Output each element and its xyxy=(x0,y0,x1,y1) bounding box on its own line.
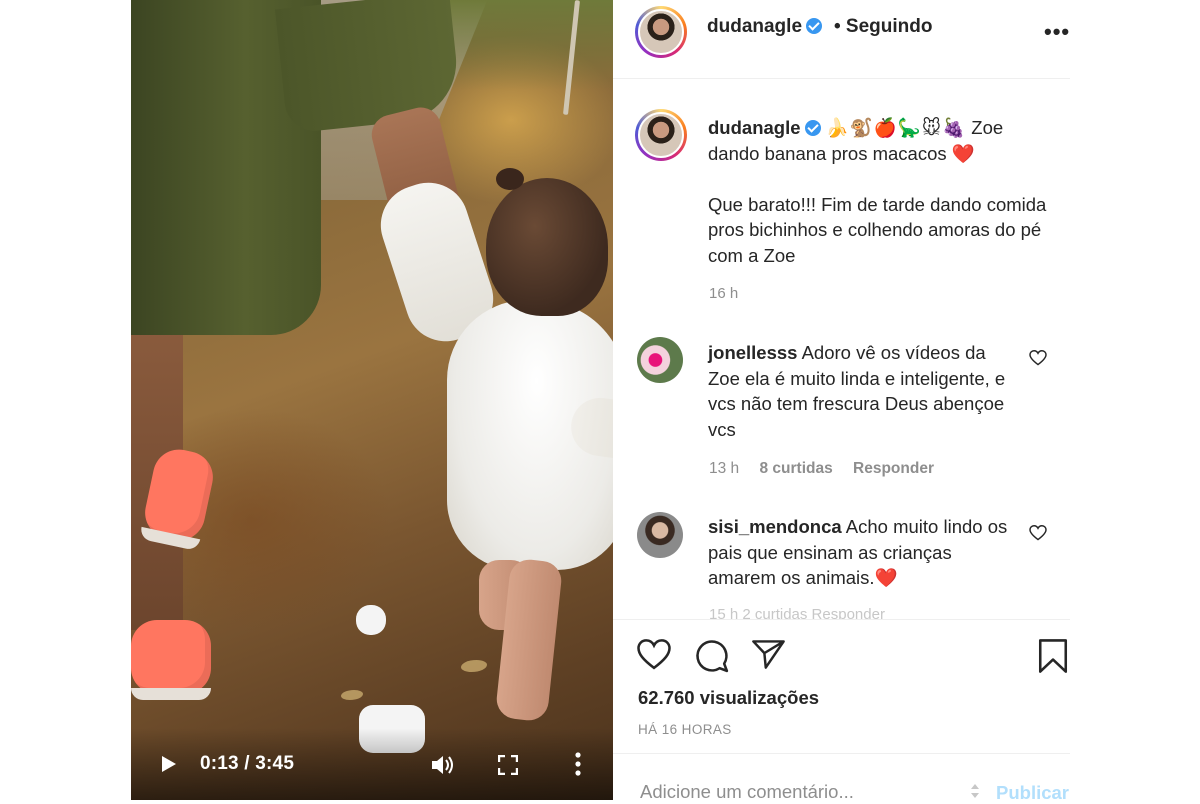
verified-badge-icon xyxy=(804,120,821,136)
view-count[interactable]: 62.760 visualizações xyxy=(638,687,819,709)
heart-outline-icon[interactable] xyxy=(637,639,671,670)
author-avatar[interactable] xyxy=(635,6,687,58)
comment-meta: 13 h 8 curtidas Responder xyxy=(709,460,950,478)
red-heart-emoji: ❤️ xyxy=(874,567,898,588)
following-status[interactable]: • Seguindo xyxy=(834,16,932,38)
caption-username[interactable]: dudanagle xyxy=(708,117,801,138)
author-username-row: dudanagle xyxy=(707,16,823,38)
verified-badge-icon xyxy=(806,18,823,34)
publish-button[interactable]: Publicar xyxy=(996,782,1069,804)
post-caption: dudanagle 🍌🐒🍎🦕🐭🍇 Zoe dando banana pros m… xyxy=(708,115,1048,268)
video-scene-child-head xyxy=(486,178,608,316)
comment-time[interactable]: 13 h xyxy=(709,460,739,477)
paper-plane-icon[interactable] xyxy=(752,639,785,670)
caption-line-2: Que barato!!! Fim de tarde dando comida … xyxy=(708,193,1047,266)
bookmark-icon[interactable] xyxy=(1038,639,1068,673)
speech-bubble-icon[interactable] xyxy=(695,639,729,673)
comment-like-icon[interactable] xyxy=(1029,525,1047,541)
video-scene-child-shoe xyxy=(356,605,386,635)
comment-composer: Publicar xyxy=(613,753,1070,804)
post-timestamp[interactable]: HÁ 16 HORAS xyxy=(638,722,732,737)
volume-icon[interactable] xyxy=(431,754,455,776)
caption-emojis: 🍌🐒🍎🦕🐭🍇 xyxy=(825,117,967,138)
comment-likes[interactable]: 8 curtidas xyxy=(759,460,832,477)
red-heart-emoji: ❤️ xyxy=(951,142,975,164)
comment-meta-partial: 15 h 2 curtidas Responder xyxy=(709,606,885,619)
post-header: dudanagle • Seguindo ••• xyxy=(613,0,1070,79)
author-username[interactable]: dudanagle xyxy=(707,16,802,37)
comment: jonellesss Adoro vê os vídeos da Zoe ela… xyxy=(708,340,1008,442)
comment: sisi_mendonca Acho muito lindo os pais q… xyxy=(708,514,1008,591)
caption-author-avatar[interactable] xyxy=(635,109,687,161)
comment-username[interactable]: jonellesss xyxy=(708,342,797,363)
video-controls: 0:13 / 3:45 xyxy=(131,728,613,800)
more-options-icon[interactable]: ••• xyxy=(1044,19,1070,45)
post-actions: 62.760 visualizações HÁ 16 HORAS xyxy=(613,619,1070,754)
comments-scroll-area[interactable]: dudanagle 🍌🐒🍎🦕🐭🍇 Zoe dando banana pros m… xyxy=(613,79,1070,619)
vertical-dots-icon[interactable] xyxy=(575,752,581,776)
video-scene-child-hair-tie xyxy=(496,168,524,190)
video-scene-shoe xyxy=(131,620,211,700)
fullscreen-icon[interactable] xyxy=(498,755,518,775)
video-time: 0:13 / 3:45 xyxy=(200,753,295,774)
video-scene-leaf xyxy=(341,690,363,700)
post-side-panel: dudanagle • Seguindo ••• dudanagle 🍌🐒🍎🦕🐭… xyxy=(613,0,1070,804)
comment-input[interactable] xyxy=(638,780,942,804)
comment-reply-button[interactable]: Responder xyxy=(853,460,934,477)
comment-username[interactable]: sisi_mendonca xyxy=(708,516,842,537)
video-player[interactable]: 0:13 / 3:45 xyxy=(131,0,613,800)
commenter-avatar[interactable] xyxy=(637,512,683,558)
textarea-resize-icon xyxy=(971,784,979,798)
caption-time[interactable]: 16 h xyxy=(709,285,738,302)
play-icon[interactable] xyxy=(161,755,177,773)
commenter-avatar[interactable] xyxy=(637,337,683,383)
video-scene-leaf xyxy=(461,660,487,672)
comment-like-icon[interactable] xyxy=(1029,350,1047,366)
